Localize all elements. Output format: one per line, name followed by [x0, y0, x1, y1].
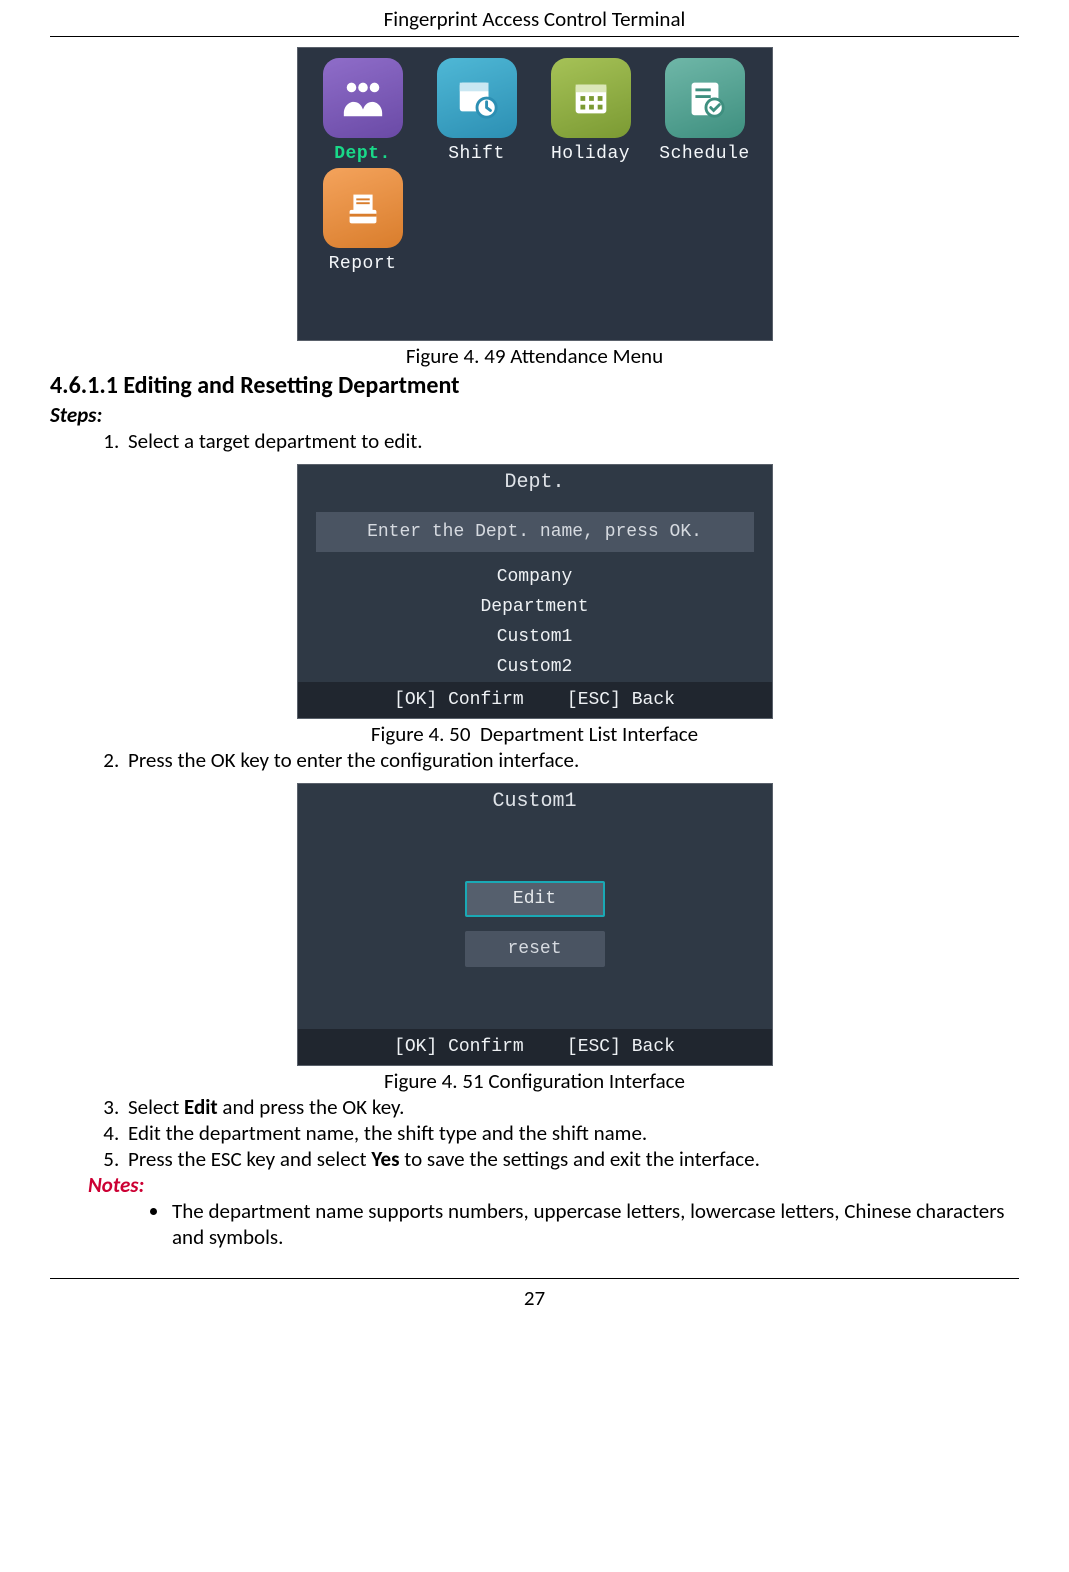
- file-tray-icon: [323, 168, 403, 248]
- menu-label-shift: Shift: [448, 144, 505, 164]
- menu-label-dept: Dept.: [334, 144, 391, 164]
- attendance-menu-screen: Dept. Shift Holiday Schedu: [297, 47, 773, 341]
- note-1: The department name supports numbers, up…: [170, 1198, 1019, 1250]
- menu-item-shift[interactable]: Shift: [432, 58, 522, 164]
- figure-51-caption: Figure 4. 51 Configuration Interface: [50, 1068, 1019, 1094]
- notes-list: The department name supports numbers, up…: [50, 1198, 1019, 1250]
- people-icon: [323, 58, 403, 138]
- config-body: Edit reset: [298, 819, 772, 1029]
- section-heading-text: Editing and Resetting Department: [123, 371, 459, 400]
- page-header-title: Fingerprint Access Control Terminal: [50, 0, 1019, 37]
- figure-50-caption: Figure 4. 50 Department List Interface: [50, 721, 1019, 747]
- notes-label: Notes:: [88, 1172, 1019, 1198]
- dept-list: Company Department Custom1 Custom2: [298, 562, 772, 682]
- document-check-icon: [665, 58, 745, 138]
- figure-51-number: Figure 4. 51: [384, 1068, 484, 1094]
- figure-50-title: Department List Interface: [480, 721, 698, 747]
- config-interface-screen: Custom1 Edit reset [OK] Confirm [ESC] Ba…: [297, 783, 773, 1066]
- dept-item-company[interactable]: Company: [314, 562, 756, 592]
- page-number: 27: [50, 1279, 1019, 1325]
- figure-51-title: Configuration Interface: [488, 1068, 685, 1094]
- step-1: Select a target department to edit.: [124, 428, 1019, 454]
- step-3-bold: Edit: [184, 1094, 218, 1120]
- footer-ok-hint: [OK] Confirm: [394, 690, 524, 710]
- steps-list-cont1: Press the OK key to enter the configurat…: [50, 747, 1019, 773]
- footer-esc-hint: [ESC] Back: [567, 1037, 675, 1057]
- figure-49-title: Attendance Menu: [510, 343, 663, 369]
- attendance-menu-row-2: Report: [318, 168, 752, 274]
- step-5: Press the ESC key and select Yes to save…: [124, 1146, 1019, 1172]
- step-2: Press the OK key to enter the configurat…: [124, 747, 1019, 773]
- menu-label-report: Report: [329, 254, 397, 274]
- attendance-menu-row-1: Dept. Shift Holiday Schedu: [318, 58, 752, 164]
- step-3: Select Edit and press the OK key.: [124, 1094, 1019, 1120]
- calendar-clock-icon: [437, 58, 517, 138]
- steps-label: Steps:: [50, 402, 1019, 428]
- calendar-icon: [551, 58, 631, 138]
- step-5-bold: Yes: [371, 1146, 399, 1172]
- reset-button[interactable]: reset: [465, 931, 605, 967]
- dept-item-custom1[interactable]: Custom1: [314, 622, 756, 652]
- menu-item-schedule[interactable]: Schedule: [660, 58, 750, 164]
- edit-button[interactable]: Edit: [465, 881, 605, 917]
- step-3-pre: Select: [128, 1094, 184, 1120]
- step-4: Edit the department name, the shift type…: [124, 1120, 1019, 1146]
- menu-item-report[interactable]: Report: [318, 168, 408, 274]
- figure-49-number: Figure 4. 49: [406, 343, 506, 369]
- step-5-post: to save the settings and exit the interf…: [400, 1146, 760, 1172]
- steps-list: Select a target department to edit.: [50, 428, 1019, 454]
- step-5-pre: Press the ESC key and select: [128, 1146, 371, 1172]
- steps-list-cont2: Select Edit and press the OK key. Edit t…: [50, 1094, 1019, 1172]
- menu-label-holiday: Holiday: [551, 144, 630, 164]
- config-screen-footer: [OK] Confirm [ESC] Back: [298, 1029, 772, 1065]
- figure-51: Custom1 Edit reset [OK] Confirm [ESC] Ba…: [50, 783, 1019, 1094]
- dept-list-screen: Dept. Enter the Dept. name, press OK. Co…: [297, 464, 773, 719]
- section-heading: 4.6.1.1 Editing and Resetting Department: [50, 371, 1019, 400]
- figure-50-number: Figure 4. 50: [371, 721, 471, 747]
- section-number-text: 4.6.1.1: [50, 371, 118, 400]
- step-3-post: and press the OK key.: [218, 1094, 405, 1120]
- dept-screen-hint: Enter the Dept. name, press OK.: [316, 512, 754, 552]
- dept-item-department[interactable]: Department: [314, 592, 756, 622]
- footer-esc-hint: [ESC] Back: [567, 690, 675, 710]
- figure-50: Dept. Enter the Dept. name, press OK. Co…: [50, 464, 1019, 747]
- config-screen-title: Custom1: [298, 784, 772, 819]
- dept-screen-footer: [OK] Confirm [ESC] Back: [298, 682, 772, 718]
- menu-item-dept[interactable]: Dept.: [318, 58, 408, 164]
- figure-49: Dept. Shift Holiday Schedu: [50, 47, 1019, 369]
- dept-screen-title: Dept.: [298, 465, 772, 500]
- footer-ok-hint: [OK] Confirm: [394, 1037, 524, 1057]
- figure-49-caption: Figure 4. 49 Attendance Menu: [50, 343, 1019, 369]
- menu-label-schedule: Schedule: [659, 144, 749, 164]
- dept-item-custom2[interactable]: Custom2: [314, 652, 756, 682]
- menu-item-holiday[interactable]: Holiday: [546, 58, 636, 164]
